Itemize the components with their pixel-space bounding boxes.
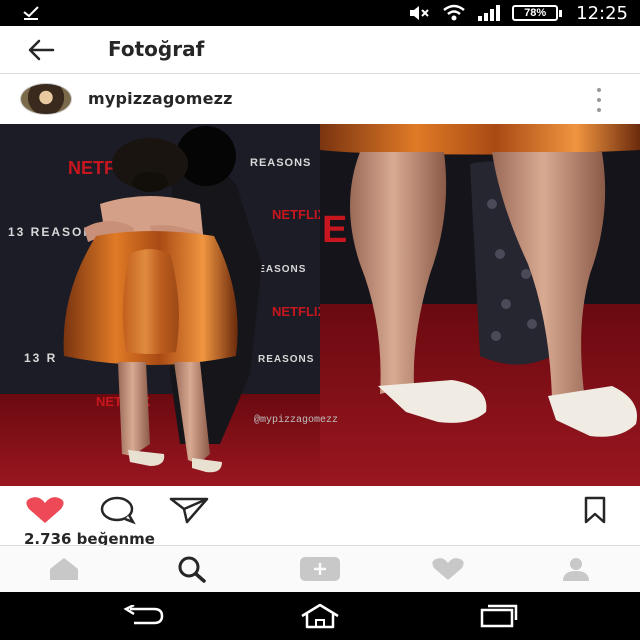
battery-indicator: 78%	[512, 5, 563, 21]
backdrop-text: REASONS	[258, 354, 314, 365]
notification-check-icon	[23, 6, 39, 20]
home-icon	[50, 558, 78, 580]
share-button[interactable]	[166, 494, 212, 526]
nav-back-button[interactable]	[118, 602, 168, 630]
backdrop-text: 13 R	[24, 351, 57, 365]
tab-home[interactable]	[44, 554, 84, 584]
post-actions	[0, 486, 640, 532]
backdrop-text: NETFLIX	[272, 207, 326, 222]
send-icon	[169, 497, 209, 524]
tab-search[interactable]	[172, 554, 212, 584]
mute-icon	[410, 6, 429, 20]
arrow-left-icon	[28, 39, 55, 61]
screen: 78% 12:25 Fotoğraf mypizzagomezz NETFLIX…	[0, 0, 640, 640]
back-arrow-icon	[123, 605, 164, 625]
app-header: Fotoğraf	[0, 26, 640, 74]
nav-home-button[interactable]	[295, 602, 345, 630]
page-title: Fotoğraf	[108, 37, 205, 61]
svg-text:E: E	[322, 209, 347, 251]
wifi-icon	[443, 4, 465, 21]
more-vertical-icon	[597, 88, 601, 92]
post-photo[interactable]: NETFLIX 13 REASONS WHY REASONS NETFLIX R…	[0, 124, 640, 486]
tab-add[interactable]	[300, 554, 340, 584]
comment-icon	[100, 496, 136, 525]
signal-icon	[478, 5, 501, 21]
like-button[interactable]	[22, 494, 68, 526]
status-bar: 78% 12:25	[0, 0, 640, 26]
heart-filled-icon	[26, 497, 64, 523]
nav-recents-button[interactable]	[473, 602, 523, 630]
backdrop-text: NETFLIX	[272, 304, 326, 319]
user-icon	[563, 558, 589, 581]
photo-watermark: @mypizzagomezz	[254, 414, 338, 426]
battery-level: 78%	[512, 5, 559, 21]
post-header: mypizzagomezz	[0, 74, 640, 124]
bookmark-icon	[584, 496, 606, 524]
status-icons: 78% 12:25	[408, 0, 628, 26]
plus-square-icon	[300, 557, 340, 581]
recents-icon	[480, 604, 518, 628]
post-username[interactable]: mypizzagomezz	[88, 89, 233, 108]
heart-icon	[432, 558, 464, 580]
tab-activity[interactable]	[428, 554, 468, 584]
tab-profile[interactable]	[556, 554, 596, 584]
more-options-button[interactable]	[592, 88, 606, 112]
search-icon	[178, 556, 206, 583]
back-button[interactable]	[26, 37, 56, 63]
save-button[interactable]	[572, 494, 618, 526]
house-outline-icon	[301, 603, 339, 629]
backdrop-text: REASONS	[250, 157, 311, 169]
comment-button[interactable]	[94, 494, 140, 526]
system-nav-bar	[0, 592, 640, 640]
avatar[interactable]	[20, 83, 72, 115]
bottom-tab-bar	[0, 545, 640, 592]
post-image: NETFLIX 13 REASONS WHY REASONS NETFLIX R…	[0, 124, 640, 486]
clock: 12:25	[576, 2, 628, 24]
